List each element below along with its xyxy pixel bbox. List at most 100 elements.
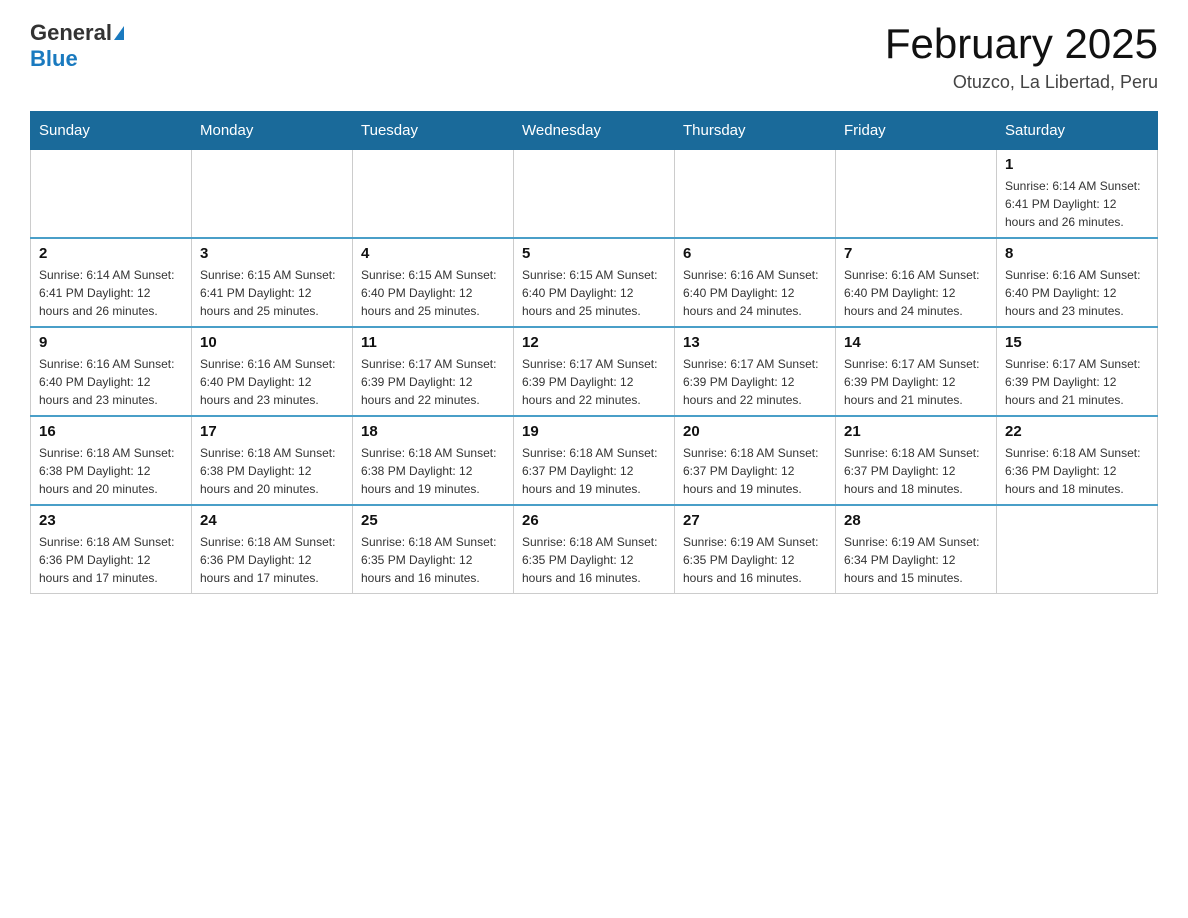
calendar-week-row: 9 Sunrise: 6:16 AM Sunset: 6:40 PM Daylig… bbox=[31, 327, 1158, 416]
day-number: 3 bbox=[200, 245, 344, 262]
day-number: 2 bbox=[39, 245, 183, 262]
calendar-cell: 4Sunrise: 6:15 AM Sunset: 6:40 PM Daylig… bbox=[353, 238, 514, 327]
calendar-cell: 7 Sunrise: 6:16 AM Sunset: 6:40 PM Daylig… bbox=[836, 238, 997, 327]
calendar-table: SundayMondayTuesdayWednesdayThursdayFrid… bbox=[30, 111, 1158, 594]
day-info: Sunrise: 6:17 AM Sunset: 6:39 PM Dayligh… bbox=[361, 355, 505, 409]
day-number: 24 bbox=[200, 512, 344, 529]
day-info: Sunrise: 6:16 AM Sunset: 6:40 PM Dayligh… bbox=[200, 355, 344, 409]
day-info: Sunrise: 6:15 AM Sunset: 6:40 PM Dayligh… bbox=[361, 266, 505, 320]
calendar-subtitle: Otuzco, La Libertad, Peru bbox=[885, 72, 1158, 93]
day-number: 25 bbox=[361, 512, 505, 529]
day-number: 13 bbox=[683, 334, 827, 351]
day-number: 18 bbox=[361, 423, 505, 440]
calendar-cell: 8 Sunrise: 6:16 AM Sunset: 6:40 PM Daylig… bbox=[997, 238, 1158, 327]
day-info: Sunrise: 6:18 AM Sunset: 6:35 PM Dayligh… bbox=[361, 533, 505, 587]
logo-triangle-icon bbox=[114, 26, 124, 40]
day-number: 21 bbox=[844, 423, 988, 440]
calendar-cell bbox=[675, 150, 836, 239]
day-number: 8 bbox=[1005, 245, 1149, 262]
day-info: Sunrise: 6:16 AM Sunset: 6:40 PM Dayligh… bbox=[844, 266, 988, 320]
day-info: Sunrise: 6:14 AM Sunset: 6:41 PM Dayligh… bbox=[1005, 177, 1149, 231]
calendar-week-row: 2Sunrise: 6:14 AM Sunset: 6:41 PM Daylig… bbox=[31, 238, 1158, 327]
weekday-header-thursday: Thursday bbox=[675, 112, 836, 150]
day-number: 27 bbox=[683, 512, 827, 529]
day-info: Sunrise: 6:17 AM Sunset: 6:39 PM Dayligh… bbox=[522, 355, 666, 409]
calendar-cell bbox=[353, 150, 514, 239]
calendar-cell: 9 Sunrise: 6:16 AM Sunset: 6:40 PM Daylig… bbox=[31, 327, 192, 416]
weekday-header-row: SundayMondayTuesdayWednesdayThursdayFrid… bbox=[31, 112, 1158, 150]
day-number: 1 bbox=[1005, 156, 1149, 173]
day-info: Sunrise: 6:18 AM Sunset: 6:36 PM Dayligh… bbox=[200, 533, 344, 587]
calendar-cell bbox=[997, 505, 1158, 594]
title-block: February 2025 Otuzco, La Libertad, Peru bbox=[885, 20, 1158, 93]
calendar-week-row: 1 Sunrise: 6:14 AM Sunset: 6:41 PM Daylig… bbox=[31, 150, 1158, 239]
calendar-week-row: 16 Sunrise: 6:18 AM Sunset: 6:38 PM Dayli… bbox=[31, 416, 1158, 505]
day-number: 12 bbox=[522, 334, 666, 351]
calendar-cell: 15Sunrise: 6:17 AM Sunset: 6:39 PM Dayli… bbox=[997, 327, 1158, 416]
day-number: 28 bbox=[844, 512, 988, 529]
logo-general-text: General bbox=[30, 20, 112, 46]
calendar-cell: 26 Sunrise: 6:18 AM Sunset: 6:35 PM Dayli… bbox=[514, 505, 675, 594]
calendar-cell: 17Sunrise: 6:18 AM Sunset: 6:38 PM Dayli… bbox=[192, 416, 353, 505]
calendar-cell: 12 Sunrise: 6:17 AM Sunset: 6:39 PM Dayli… bbox=[514, 327, 675, 416]
day-info: Sunrise: 6:18 AM Sunset: 6:38 PM Dayligh… bbox=[361, 444, 505, 498]
calendar-cell: 14 Sunrise: 6:17 AM Sunset: 6:39 PM Dayli… bbox=[836, 327, 997, 416]
day-info: Sunrise: 6:18 AM Sunset: 6:38 PM Dayligh… bbox=[39, 444, 183, 498]
day-number: 16 bbox=[39, 423, 183, 440]
day-number: 14 bbox=[844, 334, 988, 351]
day-info: Sunrise: 6:17 AM Sunset: 6:39 PM Dayligh… bbox=[844, 355, 988, 409]
calendar-cell bbox=[836, 150, 997, 239]
day-number: 11 bbox=[361, 334, 505, 351]
weekday-header-saturday: Saturday bbox=[997, 112, 1158, 150]
logo: General Blue bbox=[30, 20, 124, 72]
weekday-header-friday: Friday bbox=[836, 112, 997, 150]
calendar-cell: 3 Sunrise: 6:15 AM Sunset: 6:41 PM Daylig… bbox=[192, 238, 353, 327]
day-info: Sunrise: 6:18 AM Sunset: 6:36 PM Dayligh… bbox=[39, 533, 183, 587]
calendar-cell: 16 Sunrise: 6:18 AM Sunset: 6:38 PM Dayli… bbox=[31, 416, 192, 505]
day-number: 26 bbox=[522, 512, 666, 529]
calendar-cell: 22 Sunrise: 6:18 AM Sunset: 6:36 PM Dayli… bbox=[997, 416, 1158, 505]
day-info: Sunrise: 6:18 AM Sunset: 6:38 PM Dayligh… bbox=[200, 444, 344, 498]
calendar-cell: 10Sunrise: 6:16 AM Sunset: 6:40 PM Dayli… bbox=[192, 327, 353, 416]
calendar-week-row: 23 Sunrise: 6:18 AM Sunset: 6:36 PM Dayli… bbox=[31, 505, 1158, 594]
day-info: Sunrise: 6:18 AM Sunset: 6:37 PM Dayligh… bbox=[683, 444, 827, 498]
calendar-body: 1 Sunrise: 6:14 AM Sunset: 6:41 PM Daylig… bbox=[31, 150, 1158, 594]
day-info: Sunrise: 6:16 AM Sunset: 6:40 PM Dayligh… bbox=[683, 266, 827, 320]
day-info: Sunrise: 6:18 AM Sunset: 6:35 PM Dayligh… bbox=[522, 533, 666, 587]
day-number: 20 bbox=[683, 423, 827, 440]
day-number: 7 bbox=[844, 245, 988, 262]
calendar-cell: 20 Sunrise: 6:18 AM Sunset: 6:37 PM Dayli… bbox=[675, 416, 836, 505]
weekday-header-tuesday: Tuesday bbox=[353, 112, 514, 150]
calendar-cell bbox=[31, 150, 192, 239]
calendar-cell: 24 Sunrise: 6:18 AM Sunset: 6:36 PM Dayli… bbox=[192, 505, 353, 594]
page-header: General Blue February 2025 Otuzco, La Li… bbox=[30, 20, 1158, 93]
day-number: 5 bbox=[522, 245, 666, 262]
day-number: 6 bbox=[683, 245, 827, 262]
day-info: Sunrise: 6:19 AM Sunset: 6:35 PM Dayligh… bbox=[683, 533, 827, 587]
calendar-cell: 5 Sunrise: 6:15 AM Sunset: 6:40 PM Daylig… bbox=[514, 238, 675, 327]
day-info: Sunrise: 6:15 AM Sunset: 6:40 PM Dayligh… bbox=[522, 266, 666, 320]
day-info: Sunrise: 6:18 AM Sunset: 6:37 PM Dayligh… bbox=[522, 444, 666, 498]
day-info: Sunrise: 6:17 AM Sunset: 6:39 PM Dayligh… bbox=[683, 355, 827, 409]
day-info: Sunrise: 6:15 AM Sunset: 6:41 PM Dayligh… bbox=[200, 266, 344, 320]
day-info: Sunrise: 6:18 AM Sunset: 6:36 PM Dayligh… bbox=[1005, 444, 1149, 498]
calendar-cell bbox=[192, 150, 353, 239]
calendar-cell: 11 Sunrise: 6:17 AM Sunset: 6:39 PM Dayli… bbox=[353, 327, 514, 416]
calendar-cell: 27 Sunrise: 6:19 AM Sunset: 6:35 PM Dayli… bbox=[675, 505, 836, 594]
weekday-header-monday: Monday bbox=[192, 112, 353, 150]
day-info: Sunrise: 6:16 AM Sunset: 6:40 PM Dayligh… bbox=[39, 355, 183, 409]
calendar-cell: 6 Sunrise: 6:16 AM Sunset: 6:40 PM Daylig… bbox=[675, 238, 836, 327]
calendar-cell: 1 Sunrise: 6:14 AM Sunset: 6:41 PM Daylig… bbox=[997, 150, 1158, 239]
day-number: 22 bbox=[1005, 423, 1149, 440]
day-number: 9 bbox=[39, 334, 183, 351]
calendar-cell: 21Sunrise: 6:18 AM Sunset: 6:37 PM Dayli… bbox=[836, 416, 997, 505]
day-number: 23 bbox=[39, 512, 183, 529]
calendar-cell: 13 Sunrise: 6:17 AM Sunset: 6:39 PM Dayli… bbox=[675, 327, 836, 416]
day-number: 19 bbox=[522, 423, 666, 440]
calendar-cell: 25 Sunrise: 6:18 AM Sunset: 6:35 PM Dayli… bbox=[353, 505, 514, 594]
day-info: Sunrise: 6:16 AM Sunset: 6:40 PM Dayligh… bbox=[1005, 266, 1149, 320]
calendar-cell: 19 Sunrise: 6:18 AM Sunset: 6:37 PM Dayli… bbox=[514, 416, 675, 505]
calendar-cell: 28 Sunrise: 6:19 AM Sunset: 6:34 PM Dayli… bbox=[836, 505, 997, 594]
day-info: Sunrise: 6:19 AM Sunset: 6:34 PM Dayligh… bbox=[844, 533, 988, 587]
calendar-cell bbox=[514, 150, 675, 239]
